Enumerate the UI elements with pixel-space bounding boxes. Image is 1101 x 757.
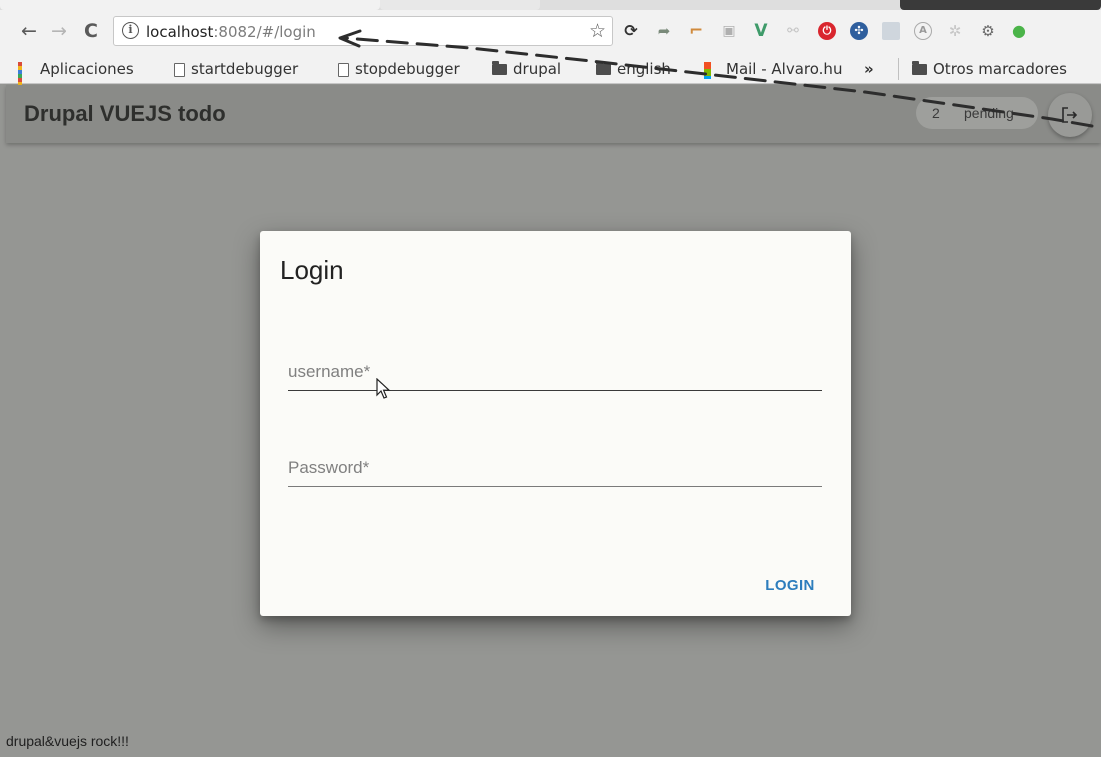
- login-dialog: Login LOGIN: [260, 231, 851, 616]
- mouse-cursor-icon: [376, 378, 391, 399]
- folder-icon: [596, 61, 611, 75]
- microsoft-icon: [704, 61, 720, 79]
- bookmarks-overflow-button[interactable]: »: [864, 59, 874, 79]
- bookmark-startdebugger[interactable]: startdebugger: [174, 59, 298, 79]
- extension-a-icon[interactable]: A: [914, 22, 932, 40]
- login-button[interactable]: LOGIN: [754, 569, 826, 601]
- bookmark-mail[interactable]: Mail - Alvaro.hu: [704, 59, 860, 79]
- bookmark-label: drupal: [513, 60, 562, 78]
- address-bar[interactable]: i localhost:8082/#/login ☆: [113, 16, 613, 46]
- password-input[interactable]: [288, 453, 822, 483]
- bookmark-folder-drupal[interactable]: drupal: [492, 59, 561, 79]
- extension-green-icon[interactable]: ●: [1010, 22, 1028, 40]
- bookmarks-bar: Aplicaciones startdebugger stopdebugger …: [0, 54, 1101, 98]
- bookmarks-divider: [898, 58, 899, 80]
- bookmark-label: Aplicaciones: [40, 60, 134, 78]
- browser-tab[interactable]: [900, 0, 1101, 10]
- url-path: :8082/#/login: [213, 23, 316, 41]
- extension-gear-icon[interactable]: ✲: [946, 22, 964, 40]
- extension-power-icon[interactable]: ⏻: [818, 22, 836, 40]
- extension-compass-icon[interactable]: ✣: [850, 22, 868, 40]
- browser-toolbar: ← → C i localhost:8082/#/login ☆ ⟳ ➦ ⌐ ▣…: [0, 10, 1101, 54]
- app-title: Drupal VUEJS todo: [24, 101, 226, 126]
- extension-settings-icon[interactable]: ⚙: [979, 22, 997, 40]
- logout-icon: [1062, 107, 1078, 123]
- url-host: localhost: [146, 23, 214, 41]
- info-icon[interactable]: i: [122, 22, 139, 39]
- extension-link-icon[interactable]: ⚯: [784, 22, 802, 40]
- extension-pick-icon[interactable]: ⌐: [687, 22, 705, 40]
- forward-arrow-icon[interactable]: →: [48, 20, 70, 42]
- extension-square-icon[interactable]: [882, 22, 900, 40]
- bookmark-apps[interactable]: Aplicaciones: [18, 59, 134, 98]
- pending-count: 2: [932, 105, 940, 121]
- pending-label: pending: [964, 105, 1014, 121]
- dialog-title: Login: [280, 255, 344, 285]
- extension-vue-devtools-icon[interactable]: V: [752, 22, 770, 40]
- page-icon: [338, 62, 349, 77]
- footer-text: drupal&vuejs rock!!!: [6, 733, 129, 749]
- bookmark-folder-other[interactable]: Otros marcadores: [912, 59, 1067, 79]
- pending-chip[interactable]: 2 pending: [916, 97, 1038, 129]
- url-text[interactable]: localhost:8082/#/login: [146, 23, 316, 41]
- apps-grid-icon: [18, 61, 34, 98]
- bookmark-star-icon[interactable]: ☆: [589, 20, 606, 42]
- bookmark-folder-english[interactable]: english: [596, 59, 671, 79]
- page-icon: [174, 62, 185, 77]
- password-field[interactable]: [288, 453, 822, 487]
- bookmark-label: english: [617, 60, 671, 78]
- logout-button[interactable]: [1048, 93, 1092, 137]
- folder-icon: [492, 61, 507, 75]
- username-input[interactable]: [288, 357, 822, 387]
- extension-share-icon[interactable]: ➦: [655, 22, 673, 40]
- bookmark-label: Mail - Alvaro.hu: [726, 60, 843, 78]
- bookmark-label: Otros marcadores: [933, 60, 1067, 78]
- browser-tab[interactable]: [380, 0, 540, 10]
- extension-sync-icon[interactable]: ⟳: [622, 22, 640, 40]
- browser-tab-strip: [0, 0, 1101, 10]
- folder-icon: [912, 61, 927, 75]
- bookmark-label: startdebugger: [191, 60, 299, 78]
- bookmark-label: stopdebugger: [355, 60, 460, 78]
- extension-screen-icon[interactable]: ▣: [720, 22, 738, 40]
- reload-icon[interactable]: C: [80, 20, 102, 42]
- app-toolbar: Drupal VUEJS todo 2 pending: [6, 85, 1101, 143]
- browser-tab[interactable]: [0, 0, 380, 10]
- back-arrow-icon[interactable]: ←: [18, 20, 40, 42]
- bookmark-stopdebugger[interactable]: stopdebugger: [338, 59, 460, 79]
- username-field[interactable]: [288, 357, 822, 391]
